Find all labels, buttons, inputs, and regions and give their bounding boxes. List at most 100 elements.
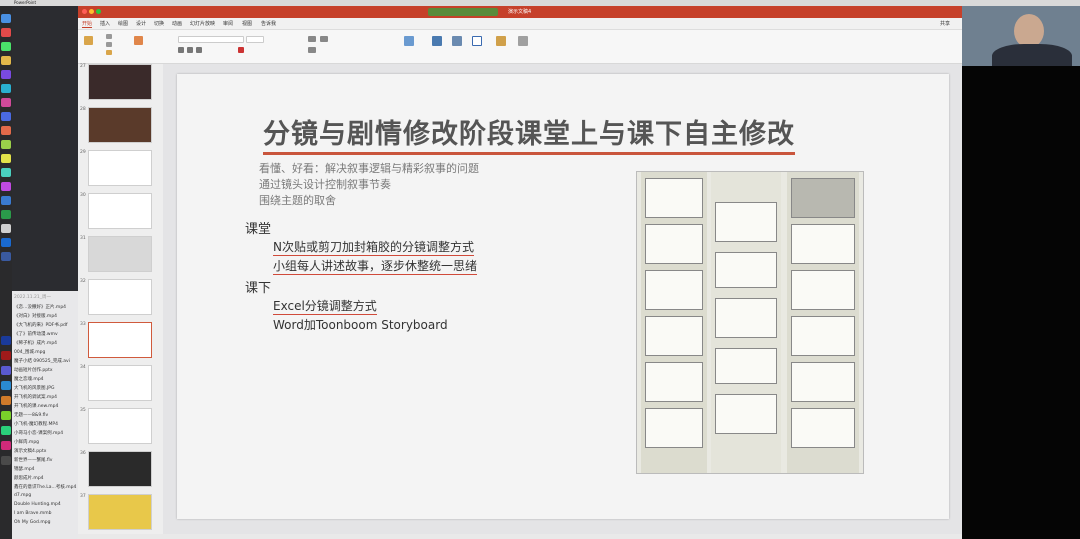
dock-app-icon[interactable] [1,42,11,51]
tab-transitions[interactable]: 切换 [154,20,164,27]
slide-title[interactable]: 分镜与剧情修改阶段课堂上与课下自主修改 [263,112,795,155]
section-item[interactable]: Excel分镜调整方式 [273,297,377,315]
desktop-file-item[interactable]: 小飞机-魔幻教程.MP4 [14,421,58,427]
slide-thumbnail[interactable] [88,408,152,444]
slide-thumbnail[interactable] [88,365,152,401]
dock-app-icon[interactable] [1,210,11,219]
dock-app-icon[interactable] [1,426,11,435]
dock-app-icon[interactable] [1,336,11,345]
desktop-file-item[interactable]: 无题——8&9.flv [14,412,48,418]
desktop-file-item[interactable]: 鑫在的意识The.La...考核.mp4 [14,484,76,490]
slide-thumbnail[interactable] [88,451,152,487]
dock-app-icon[interactable] [1,112,11,121]
dock-app-icon[interactable] [1,98,11,107]
section-item[interactable]: Word加Toonboom Storyboard [273,316,448,333]
share-button[interactable]: 共享 [940,20,950,27]
desktop-file-item[interactable]: 《大飞机的来》PDF书.pdf [14,322,68,328]
desktop-file-item[interactable]: 颜思成片.mp4 [14,475,44,481]
desktop-file-item[interactable]: 小哥马小恋-课案例.mp4 [14,430,63,436]
dock-app-icon[interactable] [1,351,11,360]
desktop-file-item[interactable]: 《稀子机》成片.mp4 [14,340,57,346]
picture-icon[interactable] [432,36,442,46]
tab-view[interactable]: 视图 [242,20,252,27]
desktop-file-item[interactable]: 《恋…没撒好》正片.mp4 [14,304,66,310]
slide-thumbnail[interactable] [88,494,152,530]
section-item[interactable]: 小组每人讲述故事，逐步休整统一思绪 [273,257,478,275]
tab-design[interactable]: 设计 [136,20,146,27]
dock-app-icon[interactable] [1,381,11,390]
slide-thumbnail[interactable] [88,107,152,143]
desktop-file-item[interactable]: 魔之恋魂.mp4 [14,376,44,382]
dock-app-icon[interactable] [1,70,11,79]
desktop-file-item[interactable]: d7.mpg [14,493,31,498]
desktop-file-item[interactable]: 004_围城.mpg [14,349,45,355]
desktop-file-item[interactable]: Oh My God.mpg [14,520,50,525]
dock-app-icon[interactable] [1,56,11,65]
dock-app-icon[interactable] [1,28,11,37]
align-icon[interactable] [308,47,316,53]
font-color-icon[interactable] [238,47,244,53]
slide[interactable]: 分镜与剧情修改阶段课堂上与课下自主修改 看懂、好看：解决叙事逻辑与精彩叙事的问题… [177,74,949,519]
bold-icon[interactable] [178,47,184,53]
font-size-dropdown[interactable] [246,36,264,43]
tab-slideshow[interactable]: 幻灯片放映 [190,20,215,27]
font-name-dropdown[interactable] [178,36,244,43]
quick-styles-icon[interactable] [518,36,528,46]
cut-icon[interactable] [106,34,112,39]
desktop-file-item[interactable]: I am Brave.mmb [14,511,52,516]
desktop-file-item[interactable]: Double Hunting.mp4 [14,502,61,507]
desktop-file-item[interactable]: 动画短片创作.pptx [14,367,53,373]
desktop-file-item[interactable]: 《对白》对接版.mp4 [14,313,57,319]
tab-tellme[interactable]: 告诉我 [261,20,276,27]
shapes-icon[interactable] [452,36,462,46]
tab-animations[interactable]: 动画 [172,20,182,27]
subtitle-line[interactable]: 看懂、好看：解决叙事逻辑与精彩叙事的问题 [259,160,479,176]
dock-app-icon[interactable] [1,182,11,191]
desktop-file-item[interactable]: 开飞机的调试案.mp4 [14,394,57,400]
dock-app-icon[interactable] [1,411,11,420]
meeting-indicator[interactable] [428,8,498,16]
bullets-icon[interactable] [308,36,316,42]
dock-app-icon[interactable] [1,84,11,93]
storyboard-photo[interactable] [636,171,864,474]
desktop-file-item[interactable]: 演示文稿4.pptx [14,448,46,454]
slide-thumbnail-selected[interactable] [88,322,152,358]
textbox-icon[interactable] [472,36,482,46]
section-item[interactable]: N次贴或剪刀加封箱胶的分镜调整方式 [273,238,474,256]
dock-app-icon[interactable] [1,366,11,375]
tab-home[interactable]: 开始 [82,20,93,28]
desktop-file-item[interactable]: 魔子小结 090525_完成.avi [14,358,70,364]
dock-app-icon[interactable] [1,224,11,233]
section-heading[interactable]: 课堂 [245,218,271,237]
slide-thumbnail[interactable] [88,236,152,272]
close-button[interactable] [82,9,87,14]
desktop-file-item[interactable]: 开飞机的课.new.mp4 [14,403,58,409]
subtitle-line[interactable]: 通过镜头设计控制叙事节奏 [259,176,391,192]
dock-app-icon[interactable] [1,196,11,205]
underline-icon[interactable] [196,47,202,53]
tab-review[interactable]: 审阅 [223,20,233,27]
dock-app-icon[interactable] [1,14,11,23]
slide-thumbnail[interactable] [88,193,152,229]
copy-icon[interactable] [106,42,112,47]
paste-icon[interactable] [84,36,93,45]
desktop-file-item[interactable]: 《了》前传动漫.wmv [14,331,58,337]
dock-app-icon[interactable] [1,140,11,149]
dock-app-icon[interactable] [1,126,11,135]
dock-app-icon[interactable] [1,441,11,450]
desktop-file-item[interactable]: 大飞机的风景图.JPG [14,385,54,391]
minimize-button[interactable] [89,9,94,14]
subtitle-line[interactable]: 围绕主题的取舍 [259,192,336,208]
slide-thumbnail[interactable] [88,150,152,186]
dock-app-icon[interactable] [1,456,11,465]
dock-app-icon[interactable] [1,238,11,247]
dock-app-icon[interactable] [1,396,11,405]
format-painter-icon[interactable] [106,50,112,55]
dock-app-icon[interactable] [1,168,11,177]
menubar-app-name[interactable]: PowerPoint [14,0,36,5]
section-heading[interactable]: 课下 [245,277,271,296]
italic-icon[interactable] [187,47,193,53]
dock-app-icon[interactable] [1,252,11,261]
desktop-file-item[interactable]: 新世界——蟹尾.flv [14,457,52,463]
tab-insert[interactable]: 插入 [100,20,110,27]
